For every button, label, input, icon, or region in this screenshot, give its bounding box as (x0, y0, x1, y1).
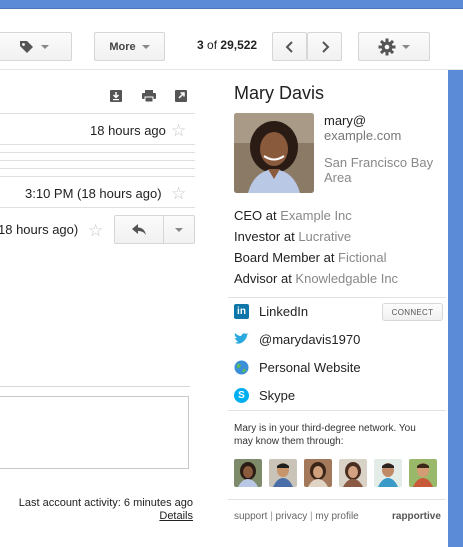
chevron-down-icon (41, 44, 49, 49)
star-icon[interactable]: ☆ (171, 185, 186, 202)
newer-button[interactable] (272, 32, 307, 61)
message-time: 3:10 PM (18 hours ago) (25, 186, 162, 201)
more-label: More (109, 40, 136, 53)
contact-email-line2: example.com (324, 128, 402, 143)
pager-total: 29,522 (220, 38, 258, 52)
window-edge (448, 70, 463, 547)
role-org[interactable]: Example Inc (280, 208, 352, 223)
social-twitter[interactable]: @marydavis1970 (234, 332, 360, 347)
avatar[interactable] (304, 459, 332, 487)
role-org[interactable]: Fictional (338, 250, 386, 265)
avatar[interactable] (234, 459, 262, 487)
message-time: 18 hours ago) (0, 222, 79, 237)
divider (0, 386, 190, 387)
role-title: Investor at (234, 229, 299, 244)
role-list: CEO at Example Inc Investor at Lucrative… (234, 205, 398, 289)
tag-icon (20, 40, 33, 53)
pager-count: 3 of 29,522 (197, 38, 257, 52)
download-icon[interactable] (110, 89, 122, 102)
social-label: @marydavis1970 (259, 332, 361, 347)
last-activity: Last account activity: 6 minutes ago (18, 497, 193, 509)
gear-icon (378, 38, 396, 55)
chevron-left-icon (285, 40, 293, 53)
network-text: Mary is in your third-degree network. Yo… (234, 423, 416, 447)
social-linkedin[interactable]: in LinkedIn (234, 304, 308, 319)
older-button[interactable] (307, 32, 342, 61)
divider (228, 297, 446, 298)
skype-icon: S (234, 388, 249, 403)
globe-icon (234, 360, 249, 375)
connect-button[interactable]: CONNECT (382, 303, 443, 321)
new-window-icon[interactable] (175, 89, 187, 102)
contact-location: San Francisco Bay Area (324, 155, 434, 185)
divider (228, 410, 446, 411)
reply-options-button[interactable] (164, 216, 194, 243)
divider (0, 152, 195, 153)
social-label: Personal Website (259, 360, 361, 375)
star-icon[interactable]: ☆ (171, 122, 186, 139)
star-icon[interactable]: ☆ (88, 222, 103, 239)
chevron-right-icon (321, 40, 329, 53)
chevron-down-icon (141, 44, 150, 49)
reply-icon (132, 224, 146, 235)
social-website[interactable]: Personal Website (234, 360, 361, 375)
avatar[interactable] (339, 459, 367, 487)
avatar[interactable] (409, 459, 437, 487)
chevron-down-icon (175, 227, 183, 232)
chevron-down-icon (402, 44, 410, 49)
role-org[interactable]: Knowledgable Inc (295, 271, 398, 286)
reply-button-group[interactable] (114, 215, 195, 244)
message-row[interactable]: 3:10 PM (18 hours ago) (0, 176, 195, 208)
contact-email-line1: mary@ (324, 113, 367, 128)
print-icon[interactable] (142, 89, 156, 103)
profile-footer-links: support | privacy | my profile (234, 511, 359, 522)
role-item: Board Member at Fictional (234, 247, 398, 268)
rapportive-logo[interactable]: rapportive (392, 511, 441, 522)
linkedin-icon: in (234, 304, 249, 319)
pager-current: 3 (197, 38, 204, 52)
settings-button[interactable] (358, 32, 430, 61)
social-label: Skype (259, 388, 296, 403)
role-item: Investor at Lucrative (234, 226, 398, 247)
contact-photo (234, 113, 314, 193)
details-link[interactable]: Details (0, 510, 193, 522)
role-title: Advisor at (234, 271, 296, 286)
avatar[interactable] (269, 459, 297, 487)
avatar[interactable] (374, 459, 402, 487)
message-time: 18 hours ago (90, 123, 166, 138)
social-skype[interactable]: S Skype (234, 388, 295, 403)
labels-button[interactable] (0, 32, 72, 61)
message-row[interactable]: 18 hours ago (0, 113, 195, 145)
role-org[interactable]: Lucrative (298, 229, 351, 244)
role-item: Advisor at Knowledgable Inc (234, 268, 398, 289)
more-button[interactable]: More (94, 32, 165, 61)
privacy-link[interactable]: privacy (276, 511, 308, 522)
divider (0, 168, 195, 169)
pager-of: of (207, 38, 218, 52)
reply-box[interactable] (0, 396, 189, 469)
contact-name: Mary Davis (234, 83, 325, 103)
divider (0, 160, 195, 161)
divider (228, 499, 446, 500)
role-item: CEO at Example Inc (234, 205, 398, 226)
social-label: LinkedIn (259, 304, 309, 319)
twitter-icon (234, 332, 249, 347)
toolbar: More 3 of 29,522 (0, 0, 463, 70)
my-profile-link[interactable]: my profile (315, 511, 358, 522)
window-top-bar (0, 0, 463, 9)
support-link[interactable]: support (234, 511, 267, 522)
reply-button[interactable] (115, 216, 163, 243)
role-title: Board Member at (234, 250, 339, 265)
role-title: CEO at (234, 208, 281, 223)
